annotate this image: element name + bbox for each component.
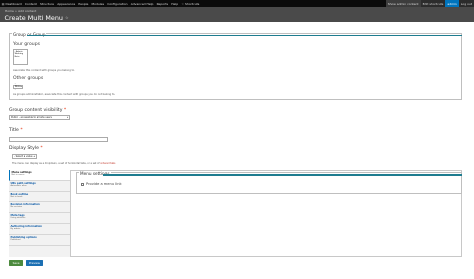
vtab-summary: Using defaults xyxy=(10,217,26,220)
breadcrumb: Home » Add content xyxy=(5,9,36,13)
group-visibility-select[interactable]: Public - accessible to all site users ▾ xyxy=(9,115,70,120)
required-marker: * xyxy=(63,108,67,113)
chevron-down-icon: ▾ xyxy=(67,116,69,119)
vtab-publishing-options[interactable]: Publishing options Published xyxy=(9,235,70,246)
vtab-summary: Published xyxy=(10,238,21,241)
vtab-authoring-information[interactable]: Authoring information By admin xyxy=(9,224,70,235)
vtab-summary: Not in menu xyxy=(11,174,25,176)
group-visibility-value: Public - accessible to all site users xyxy=(11,116,52,119)
vtab-url-path-settings[interactable]: URL path settings Automatic alias xyxy=(9,181,70,192)
vtab-summary: Not in book xyxy=(10,195,23,198)
display-style-label: Display Style * xyxy=(9,146,43,151)
other-groups-title: Other groups xyxy=(13,76,44,81)
toolbar-item-label: Reports xyxy=(156,1,169,6)
chevron-down-icon: ▾ xyxy=(20,85,22,88)
admin-toolbar: ▦ Dashboard Content Structure Appearance … xyxy=(0,0,474,7)
toolbar-item-label: People xyxy=(78,1,89,6)
user-account-link[interactable]: admin xyxy=(445,0,459,7)
toolbar-item-appearance[interactable]: Appearance xyxy=(56,2,77,6)
toolbar-item-label: Shortcuts xyxy=(185,1,200,6)
display-style-desc-text: The menu can display as a dropdown, a se… xyxy=(12,161,100,165)
page-title: Create Multi Menu ☆ xyxy=(5,14,69,22)
other-groups-select[interactable]: - None - ▾ xyxy=(13,82,23,91)
toolbar-item-label: Help xyxy=(171,1,179,6)
your-groups-listbox[interactable]: - Admin Working Beta xyxy=(13,49,28,65)
toolbar-item-label: Configuration xyxy=(107,1,128,6)
group-visibility-label-text: Group content visibility xyxy=(9,108,63,113)
toolbar-item-label: Modules xyxy=(91,1,105,6)
vtab-summary: No revision xyxy=(10,206,23,209)
breadcrumb-home-link[interactable]: Home xyxy=(5,9,14,13)
vtab-summary: Automatic alias xyxy=(10,184,27,187)
provide-menu-link-label[interactable]: Provide a menu link xyxy=(86,182,122,186)
display-style-description: The menu can display as a dropdown, a se… xyxy=(12,162,115,165)
breadcrumb-separator: » xyxy=(15,9,17,13)
other-groups-description: As groups administrator, associate this … xyxy=(13,92,116,96)
toolbar-item-people[interactable]: People xyxy=(77,2,90,6)
display-style-value: - Select a value - xyxy=(14,155,35,158)
preview-button[interactable]: Preview xyxy=(26,260,43,266)
toolbar-item-help[interactable]: Help xyxy=(170,2,180,6)
display-style-label-text: Display Style xyxy=(9,145,39,151)
toolbar-item-structure[interactable]: Structure xyxy=(38,2,55,6)
toolbar-item-label: Content xyxy=(24,1,37,6)
toolbar-item-label: Dashboard xyxy=(5,1,22,6)
your-groups-description: Associate this content with groups you b… xyxy=(13,69,75,72)
breadcrumb-add-content-link[interactable]: Add content xyxy=(18,9,36,13)
vertical-tabs-list: Menu settings Not in menu URL path setti… xyxy=(9,170,71,257)
toolbar-item-label: Advanced Help xyxy=(130,1,154,6)
required-marker: * xyxy=(20,127,23,133)
groups-fieldset xyxy=(9,33,462,100)
your-groups-title: Your groups xyxy=(13,42,41,47)
provide-menu-link-checkbox[interactable] xyxy=(81,182,84,186)
show-admin-content-button[interactable]: Show admin content xyxy=(385,0,421,7)
logout-link[interactable]: Log out xyxy=(458,0,474,7)
display-style-select[interactable]: - Select a value - ▾ xyxy=(12,154,37,159)
page-header: Home » Add content Create Multi Menu ☆ xyxy=(0,7,474,22)
menu-settings-bar xyxy=(103,174,462,176)
page-title-text: Create Multi Menu xyxy=(4,13,63,22)
toolbar-item-label: Appearance xyxy=(57,1,76,6)
edit-shortcuts-link[interactable]: Edit shortcuts xyxy=(420,0,446,7)
vtab-book-outline[interactable]: Book outline Not in book xyxy=(9,192,70,203)
add-shortcut-star-icon[interactable]: ☆ xyxy=(65,15,69,20)
vtab-meta-tags[interactable]: Meta tags Using defaults xyxy=(9,213,70,224)
chevron-down-icon: ▾ xyxy=(34,155,36,158)
vtab-summary: By admin xyxy=(10,227,21,230)
toolbar-item-advanced-help[interactable]: Advanced Help xyxy=(129,2,155,6)
listbox-option[interactable]: Beta xyxy=(15,56,26,59)
title-label-text: Title xyxy=(9,127,19,133)
toolbar-item-reports[interactable]: Reports xyxy=(155,2,170,6)
toolbar-item-label: Structure xyxy=(40,1,54,6)
title-label: Title * xyxy=(9,128,23,133)
vtab-revision-information[interactable]: Revision information No revision xyxy=(9,202,70,214)
grid-icon: ▦ xyxy=(1,1,5,6)
toolbar-item-dashboard[interactable]: ▦ Dashboard xyxy=(0,2,23,6)
toolbar-item-shortcuts[interactable]: ☆ Shortcuts xyxy=(180,2,201,6)
star-icon: ☆ xyxy=(181,1,185,6)
toolbar-item-content[interactable]: Content xyxy=(23,2,38,6)
group-visibility-label: Group content visibility * xyxy=(9,108,66,113)
vtab-menu-settings[interactable]: Menu settings Not in menu xyxy=(9,170,70,181)
save-button[interactable]: Save xyxy=(9,260,23,266)
required-marker: * xyxy=(40,145,43,151)
groups-collapse-bar xyxy=(27,34,462,37)
toolbar-item-configuration[interactable]: Configuration xyxy=(106,2,130,6)
title-input[interactable] xyxy=(9,136,108,142)
toolbar-item-modules[interactable]: Modules xyxy=(90,2,106,6)
display-style-desc-link[interactable]: ordered tabs xyxy=(100,162,115,165)
